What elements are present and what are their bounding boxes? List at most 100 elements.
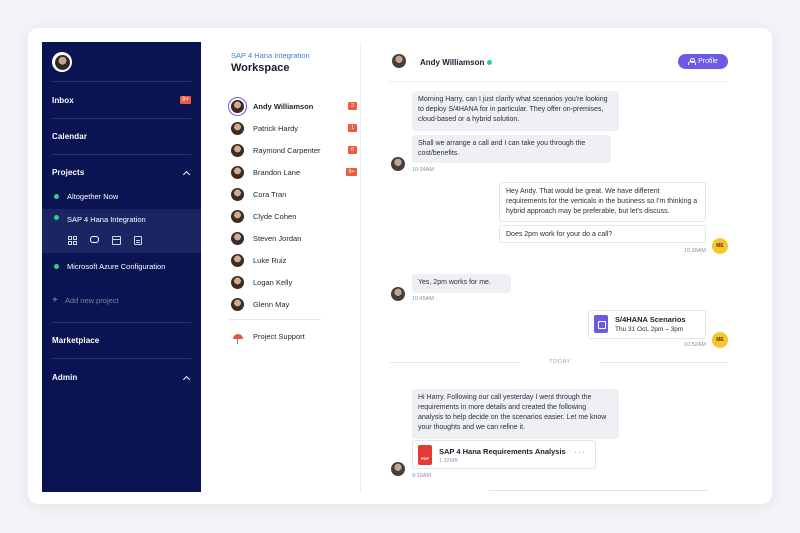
sidebar-item-projects[interactable]: Projects	[52, 168, 84, 177]
timestamp: 10:52AM	[684, 342, 707, 348]
message-outgoing: Hey Andy. That would be great. We have d…	[499, 182, 706, 222]
add-project-label: Add new project	[64, 296, 119, 305]
divider	[52, 154, 191, 155]
unread-badge: 9+	[346, 168, 357, 176]
plus-icon: +	[52, 295, 58, 306]
divider	[52, 322, 191, 323]
contact-name: Brandon Lane	[253, 167, 301, 177]
unread-badge: 6	[348, 146, 357, 154]
event-title: S/4HANA Scenarios	[615, 315, 686, 324]
event-time: Thu 31 Oct, 2pm – 3pm	[615, 326, 684, 333]
umbrella-icon	[231, 330, 244, 344]
avatar: ME	[712, 332, 728, 348]
workspace-subtitle: SAP 4 Hana Integration	[231, 51, 310, 60]
calendar-icon[interactable]	[112, 236, 121, 245]
divider	[52, 81, 191, 82]
sidebar-item-inbox[interactable]: Inbox	[52, 96, 74, 105]
sidebar-item-admin[interactable]: Admin	[52, 373, 77, 382]
timestamp: 10:34AM	[412, 167, 435, 173]
contact-item[interactable]: Patrick Hardy 1	[229, 118, 357, 138]
divider	[360, 42, 361, 492]
user-avatar[interactable]	[52, 52, 72, 72]
contact-name: Raymond Carpenter	[253, 145, 321, 155]
document-icon[interactable]	[134, 236, 142, 245]
project-item[interactable]: Microsoft Azure Configuration	[42, 256, 201, 276]
chevron-up-icon[interactable]	[182, 375, 191, 384]
contact-name: Patrick Hardy	[253, 123, 299, 133]
contact-name: Andy Williamson	[253, 101, 314, 111]
project-tools	[68, 236, 142, 245]
inbox-badge: 9+	[180, 96, 191, 104]
avatar	[231, 99, 244, 113]
project-label: SAP 4 Hana Integration	[67, 215, 146, 224]
project-label: Microsoft Azure Configuration	[67, 261, 166, 271]
chat-icon[interactable]	[90, 236, 99, 243]
divider	[389, 81, 728, 82]
avatar	[391, 157, 405, 171]
message-incoming: Hi Harry. Following our call yesterday I…	[412, 389, 619, 439]
add-project-button[interactable]: + Add new project	[52, 295, 119, 306]
contact-item[interactable]: Glenn May	[229, 294, 357, 314]
status-dot	[54, 263, 59, 269]
dashboard-icon[interactable]	[68, 236, 77, 245]
divider	[390, 362, 520, 363]
contact-item[interactable]: Cora Tran	[229, 184, 357, 204]
online-indicator	[487, 60, 492, 65]
message-incoming: Shall we arrange a call and I can take y…	[412, 135, 611, 163]
divider	[52, 358, 191, 359]
contact-item[interactable]: Steven Jordan	[229, 228, 357, 248]
chat-contact-name: Andy Williamson	[420, 58, 485, 67]
file-size: 1.32MB	[439, 458, 458, 464]
divider	[52, 118, 191, 119]
avatar	[392, 54, 406, 68]
contact-item[interactable]: Brandon Lane 9+	[229, 162, 357, 182]
contact-item[interactable]: Luke Ruiz	[229, 250, 357, 270]
avatar	[231, 275, 244, 289]
divider	[600, 362, 728, 363]
avatar	[231, 209, 244, 223]
more-options-icon[interactable]: ···	[574, 448, 586, 457]
contact-name: Logan Kelly	[253, 277, 293, 287]
contact-item[interactable]: Raymond Carpenter 6	[229, 140, 357, 160]
message-incoming: Yes, 2pm works for me.	[412, 274, 511, 293]
page-title: Workspace	[231, 62, 290, 74]
chevron-up-icon[interactable]	[182, 170, 191, 179]
contact-name: Steven Jordan	[253, 233, 302, 243]
avatar	[231, 143, 244, 157]
profile-button-label: Profile	[698, 58, 718, 65]
project-item-active[interactable]: SAP 4 Hana Integration	[42, 209, 201, 253]
message-incoming: Morning Harry, can I just clarify what s…	[412, 91, 619, 131]
timestamp: 9:10AM	[412, 473, 431, 479]
timestamp: 10:38AM	[684, 248, 707, 254]
contact-item[interactable]: Clyde Cohen	[229, 206, 357, 226]
project-support-item[interactable]: Project Support	[229, 326, 357, 346]
avatar	[231, 231, 244, 245]
contact-name: Luke Ruiz	[253, 255, 287, 265]
contact-name: Cora Tran	[253, 189, 287, 199]
avatar	[231, 297, 244, 311]
contact-name: Project Support	[253, 331, 305, 341]
contact-item[interactable]: Andy Williamson 2	[229, 96, 357, 116]
sidebar-item-marketplace[interactable]: Marketplace	[52, 336, 99, 345]
contact-item[interactable]: Logan Kelly	[229, 272, 357, 292]
sidebar: Inbox 9+ Calendar Projects Altogether No…	[42, 42, 201, 492]
timestamp: 10:45AM	[412, 296, 435, 302]
avatar	[231, 121, 244, 135]
avatar	[231, 165, 244, 179]
project-item[interactable]: Altogether Now	[42, 186, 201, 206]
avatar	[391, 287, 405, 301]
avatar	[231, 253, 244, 267]
calendar-event-card[interactable]: S/4HANA Scenarios Thu 31 Oct, 2pm – 3pm	[588, 310, 706, 339]
date-divider: TODAY	[549, 359, 571, 365]
avatar: ME	[712, 238, 728, 254]
pdf-icon: PDF	[418, 445, 432, 465]
message-outgoing: Does 2pm work for your do a call?	[499, 225, 706, 243]
file-title: SAP 4 Hana Requirements Analysis	[439, 447, 566, 456]
divider	[489, 490, 707, 491]
contact-name: Glenn May	[253, 299, 290, 309]
file-attachment[interactable]: PDF SAP 4 Hana Requirements Analysis 1.3…	[412, 440, 596, 469]
avatar	[231, 187, 244, 201]
status-dot	[54, 215, 59, 220]
sidebar-item-calendar[interactable]: Calendar	[52, 132, 87, 141]
profile-button[interactable]: Profile	[678, 54, 728, 69]
